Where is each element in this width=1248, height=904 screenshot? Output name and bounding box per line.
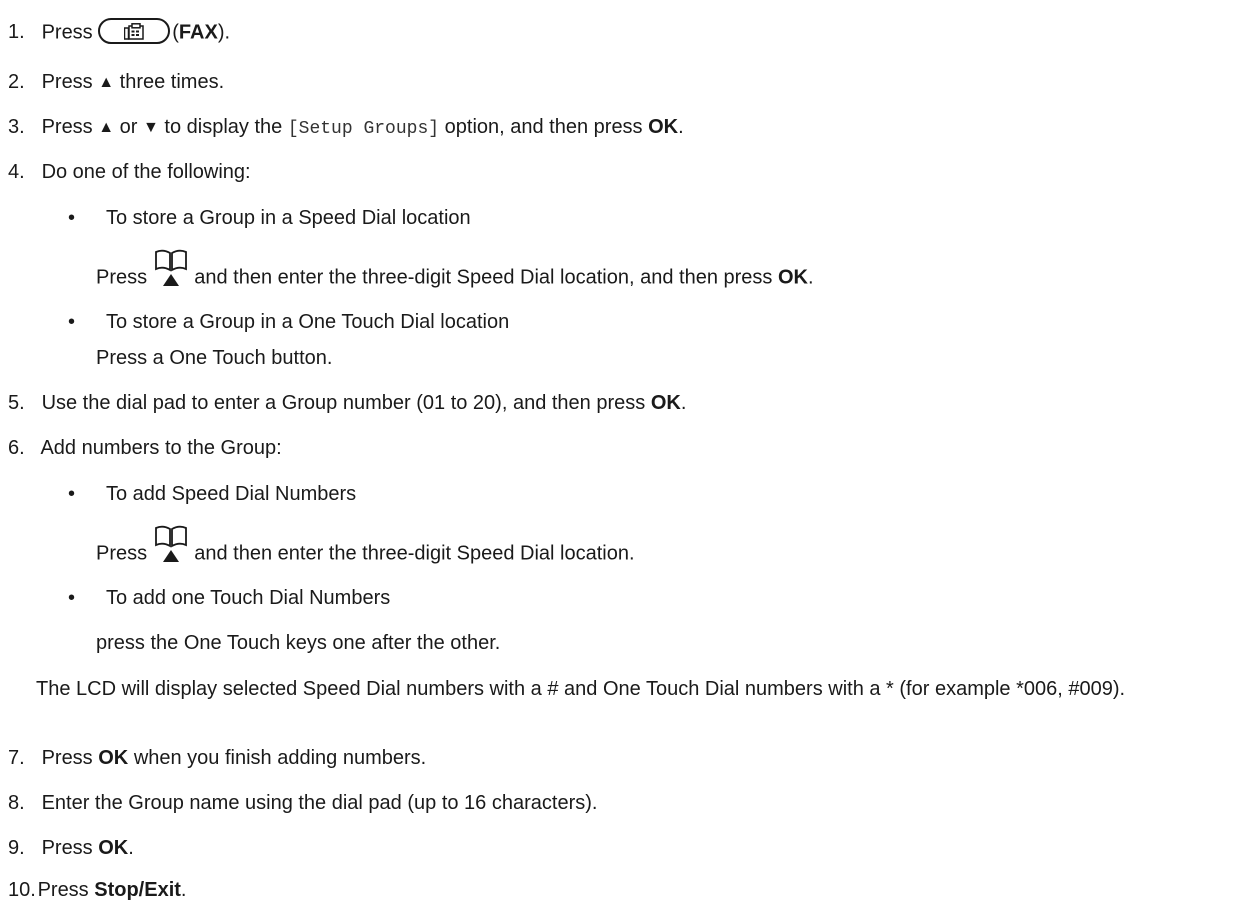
step-4-option-2-title: • To store a Group in a One Touch Dial lo… <box>68 310 509 334</box>
step-2: 2. Press ▲ three times. <box>8 70 224 96</box>
step-6-note: The LCD will display selected Speed Dial… <box>36 678 1126 700</box>
period: . <box>680 392 687 414</box>
or-text: or <box>119 116 138 138</box>
step-4: 4. Do one of the following: <box>8 160 251 184</box>
ok-label: OK <box>650 392 681 414</box>
step-number: 2. <box>8 71 25 93</box>
step-10: 10. Press Stop/Exit. <box>8 878 186 902</box>
step-text: Press <box>41 71 93 93</box>
option-text: Press a One Touch button. <box>96 347 333 369</box>
up-arrow-icon: ▲ <box>98 119 115 136</box>
step-number: 9. <box>8 837 25 859</box>
step-number: 6. <box>8 437 25 459</box>
ok-label: OK <box>648 116 679 138</box>
step-number: 5. <box>8 392 25 414</box>
step-text-mid: to display the <box>164 116 283 138</box>
step-text: Do one of the following: <box>41 161 251 183</box>
option-title: To store a Group in a One Touch Dial loc… <box>106 311 510 333</box>
bullet: • <box>68 587 76 609</box>
step-8: 8. Enter the Group name using the dial p… <box>8 791 597 815</box>
close-paren: ). <box>217 21 231 44</box>
step-number: 8. <box>8 792 25 814</box>
step-text-post: three times. <box>119 71 225 93</box>
step-7: 7. Press OK when you finish adding numbe… <box>8 746 426 770</box>
step-5: 5. Use the dial pad to enter a Group num… <box>8 391 686 415</box>
step-text: Press <box>41 837 93 859</box>
down-arrow-icon: ▼ <box>143 119 159 136</box>
period: . <box>807 266 814 289</box>
option-text-post: and then enter the three-digit Speed Dia… <box>194 542 635 565</box>
menu-option-code: [Setup Groups] <box>287 119 440 139</box>
option-text-pre: Press <box>96 266 148 289</box>
option-title: To add Speed Dial Numbers <box>106 483 357 505</box>
option-text: press the One Touch keys one after the o… <box>96 632 501 654</box>
stop-exit-label: Stop/Exit <box>94 879 181 901</box>
step-text: Press <box>41 747 93 769</box>
step-number: 3. <box>8 116 25 138</box>
bullet: • <box>68 311 76 333</box>
step-6-option-1-text: Press and then enter the three-digit Spe… <box>96 525 635 574</box>
open-paren: ( <box>172 21 179 44</box>
step-number: 4. <box>8 161 25 183</box>
step-1: 1. Press (FAX). <box>8 18 231 46</box>
address-book-icon <box>153 248 189 288</box>
step-9: 9. Press OK. <box>8 836 134 860</box>
option-title: To add one Touch Dial Numbers <box>106 587 391 609</box>
fax-key-icon <box>98 18 171 44</box>
step-6-option-1-title: • To add Speed Dial Numbers <box>68 482 356 506</box>
address-book-icon <box>153 524 189 564</box>
ok-label: OK <box>777 266 808 289</box>
period: . <box>128 837 134 859</box>
step-number: 1. <box>8 21 25 44</box>
option-text-pre: Press <box>96 542 148 565</box>
step-text-post: option, and then press <box>444 116 643 138</box>
step-6: 6. Add numbers to the Group: <box>8 436 282 460</box>
step-number: 10. <box>8 879 36 901</box>
step-6-option-2-text: press the One Touch keys one after the o… <box>96 631 500 655</box>
step-4-option-1-title: • To store a Group in a Speed Dial locati… <box>68 206 471 230</box>
up-arrow-icon: ▲ <box>98 74 115 91</box>
step-text: Press <box>41 116 93 138</box>
option-title: To store a Group in a Speed Dial locatio… <box>106 207 471 229</box>
ok-label: OK <box>98 747 129 769</box>
step-3: 3. Press ▲ or ▼ to display the [Setup Gr… <box>8 115 684 141</box>
step-text: Use the dial pad to enter a Group number… <box>41 392 646 414</box>
step-text-post: when you finish adding numbers. <box>133 747 427 769</box>
period: . <box>180 879 187 901</box>
step-4-option-2-text: Press a One Touch button. <box>96 346 332 370</box>
step-text: Add numbers to the Group: <box>40 437 282 459</box>
step-number: 7. <box>8 747 25 769</box>
step-text: Press <box>37 879 89 901</box>
step-text: Press <box>41 21 93 44</box>
step-4-option-1-text: Press and then enter the three-digit Spe… <box>96 249 814 298</box>
fax-label: FAX <box>178 21 218 44</box>
step-text: Enter the Group name using the dial pad … <box>41 792 598 814</box>
step-6-option-2-title: • To add one Touch Dial Numbers <box>68 586 390 610</box>
bullet: • <box>68 207 76 229</box>
ok-label: OK <box>98 837 129 859</box>
bullet: • <box>68 483 76 505</box>
period: . <box>678 116 684 138</box>
option-text-post: and then enter the three-digit Speed Dia… <box>194 266 773 289</box>
